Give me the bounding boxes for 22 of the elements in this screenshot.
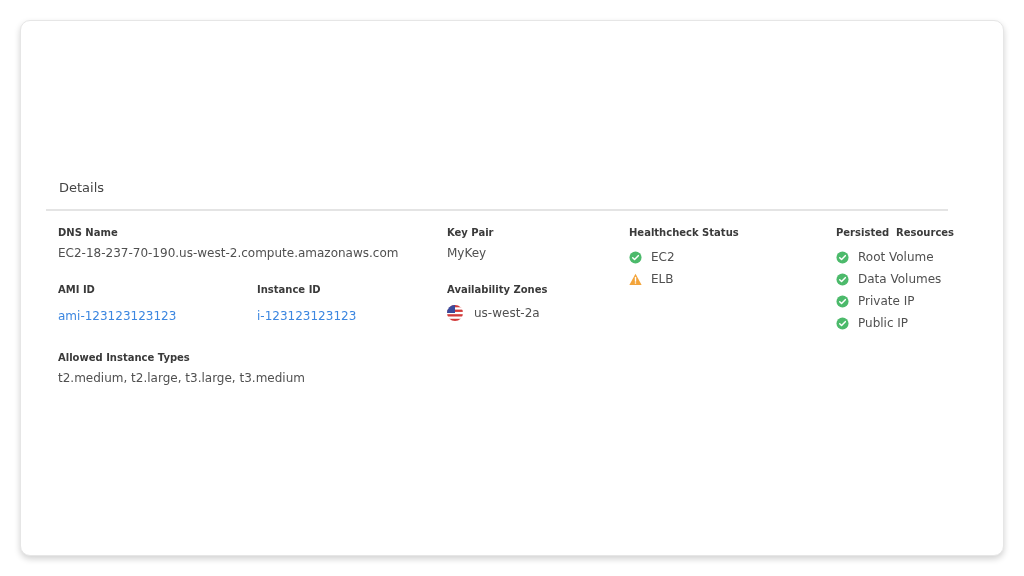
field-label: Healthcheck Status — [629, 227, 740, 238]
resource-name: Private IP — [858, 294, 915, 308]
field-value: MyKey — [447, 246, 488, 260]
field-label: AMI ID — [58, 284, 96, 295]
flag-icon — [447, 305, 463, 321]
field-label: Key Pair — [447, 227, 495, 238]
status-text: EC2 — [651, 250, 675, 264]
field-label: Instance ID — [257, 284, 322, 295]
field-value: t2.medium, t2.large, t3.large, t3.medium — [58, 371, 306, 385]
field-label: Availability Zones — [447, 284, 549, 295]
ami-id-link[interactable]: ami-123123123123 — [58, 309, 177, 323]
field-label: Persisted Resources — [836, 227, 955, 238]
field-label: DNS Name — [58, 227, 119, 238]
resource-name: Public IP — [858, 316, 909, 330]
section-title: Details — [59, 180, 105, 195]
field-value: EC2-18-237-70-190.us-west-2.compute.amazonaws.com — [58, 246, 400, 260]
status-text: ELB — [651, 272, 674, 286]
resource-name: Data Volumes — [858, 272, 942, 286]
zone-name: us-west-2a — [474, 306, 540, 320]
resource-name: Root Volume — [858, 250, 934, 264]
instance-id-link[interactable]: i-123123123123 — [257, 309, 357, 323]
field-label: Allowed Instance Types — [58, 352, 191, 363]
